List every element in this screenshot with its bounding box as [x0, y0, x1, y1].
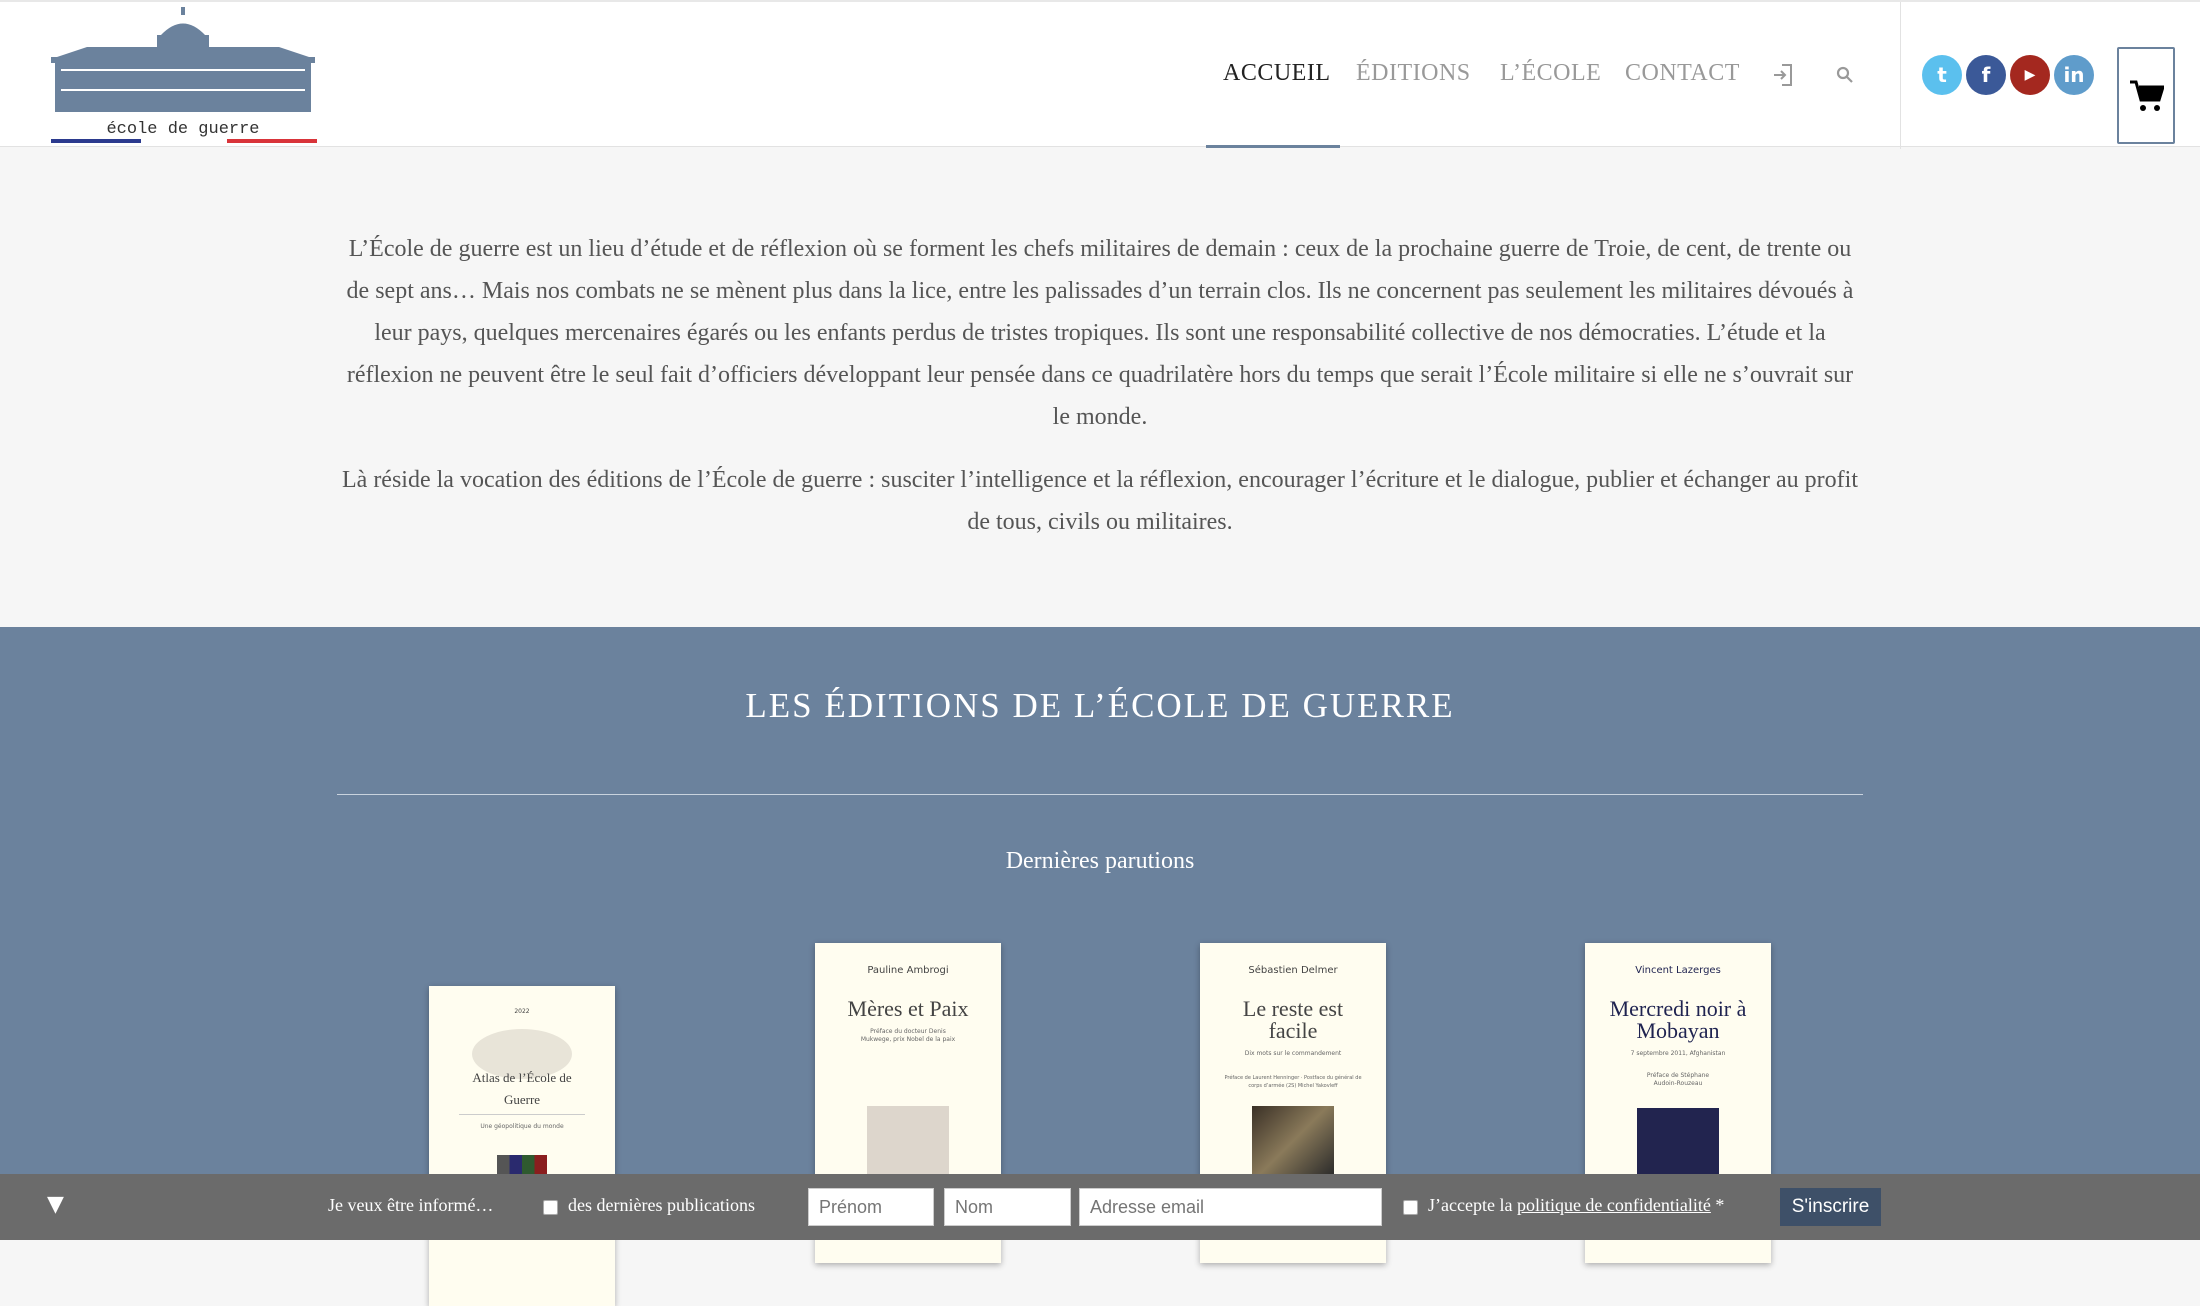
book-author: 2022 [514, 1008, 530, 1015]
privacy-checkbox[interactable] [1403, 1200, 1418, 1215]
login-icon[interactable] [1772, 63, 1794, 92]
cover-image [1252, 1106, 1334, 1176]
book-title: Le reste est facile [1242, 996, 1344, 1043]
required-mark: * [1710, 1195, 1725, 1215]
latest-releases-heading: Dernières parutions [1005, 848, 1195, 874]
intro-paragraph-1: L’École de guerre est un lieu d’étude et… [346, 236, 1854, 430]
collapse-toggle-icon[interactable]: ▼ [47, 1192, 64, 1217]
linkedin-icon[interactable]: in [2054, 55, 2094, 95]
section-divider [337, 794, 1863, 795]
editions-title: LES ÉDITIONS DE L’ÉCOLE DE GUERRE [745, 686, 1455, 725]
header-divider [1900, 2, 1901, 149]
book-subtitle: Dix mots sur le commandement [1244, 1050, 1342, 1057]
book-preface: Préface de Laurent Henninger · Postface … [1224, 1075, 1362, 1089]
logo[interactable]: école de guerre [47, 7, 319, 147]
book-author: Vincent Lazerges [1635, 965, 1721, 976]
site-header: école de guerre ACCUEIL ÉDITIONS L’ÉCOLE… [0, 0, 2200, 149]
privacy-consent: J’accepte la politique de confidentialit… [1428, 1195, 1724, 1216]
newsletter-bar: ▼ Je veux être informé… des dernières pu… [0, 1174, 2200, 1240]
twitter-icon[interactable]: t [1922, 55, 1962, 95]
newsletter-lead: Je veux être informé… [328, 1195, 494, 1215]
privacy-policy-link[interactable]: politique de confidentialité [1517, 1195, 1711, 1215]
cart-button[interactable] [2117, 47, 2175, 144]
nav-ecole[interactable]: L’ÉCOLE [1500, 60, 1601, 87]
email-input[interactable] [1079, 1188, 1382, 1226]
logo-text: école de guerre [106, 120, 260, 139]
nav-editions[interactable]: ÉDITIONS [1356, 60, 1471, 87]
consent-prefix: J’accepte la [1428, 1195, 1517, 1215]
subscribe-button[interactable]: S'inscrire [1780, 1188, 1881, 1226]
youtube-icon[interactable]: ▶ [2010, 55, 2050, 95]
intro-text: L’École de guerre est un lieu d’étude et… [340, 228, 1860, 564]
cart-icon [2130, 80, 2164, 111]
book-title: Atlas de l’École de Guerre [459, 1067, 585, 1115]
book-title: Mères et Paix [847, 996, 969, 1021]
book-preface: Préface du docteur Denis Mukwege, prix N… [860, 1028, 956, 1043]
book-author: Pauline Ambrogi [867, 965, 949, 976]
publications-option-label: des dernières publications [568, 1195, 755, 1215]
nav-contact[interactable]: CONTACT [1625, 60, 1740, 87]
facebook-icon[interactable]: f [1966, 55, 2006, 95]
active-nav-indicator [1206, 145, 1340, 148]
firstname-input[interactable] [808, 1188, 934, 1226]
building-logo-icon [51, 7, 315, 112]
book-cover[interactable]: 2022 Atlas de l’École de Guerre Une géop… [429, 986, 615, 1306]
cover-image [1637, 1108, 1719, 1178]
intro-paragraph-2: Là réside la vocation des éditions de l’… [342, 467, 1858, 535]
book-author: Sébastien Delmer [1248, 965, 1338, 976]
lastname-input[interactable] [944, 1188, 1071, 1226]
book-subtitle: Une géopolitique du monde [480, 1123, 564, 1130]
book-preface: Préface de Stéphane Audoin-Rouzeau [1646, 1072, 1710, 1087]
book-subtitle: 7 septembre 2011, Afghanistan [1630, 1050, 1726, 1057]
cover-image [867, 1106, 949, 1176]
search-icon[interactable] [1836, 66, 1854, 89]
book-title: Mercredi noir à Mobayan [1609, 996, 1747, 1043]
nav-accueil[interactable]: ACCUEIL [1223, 60, 1331, 87]
publications-checkbox[interactable] [543, 1200, 558, 1215]
